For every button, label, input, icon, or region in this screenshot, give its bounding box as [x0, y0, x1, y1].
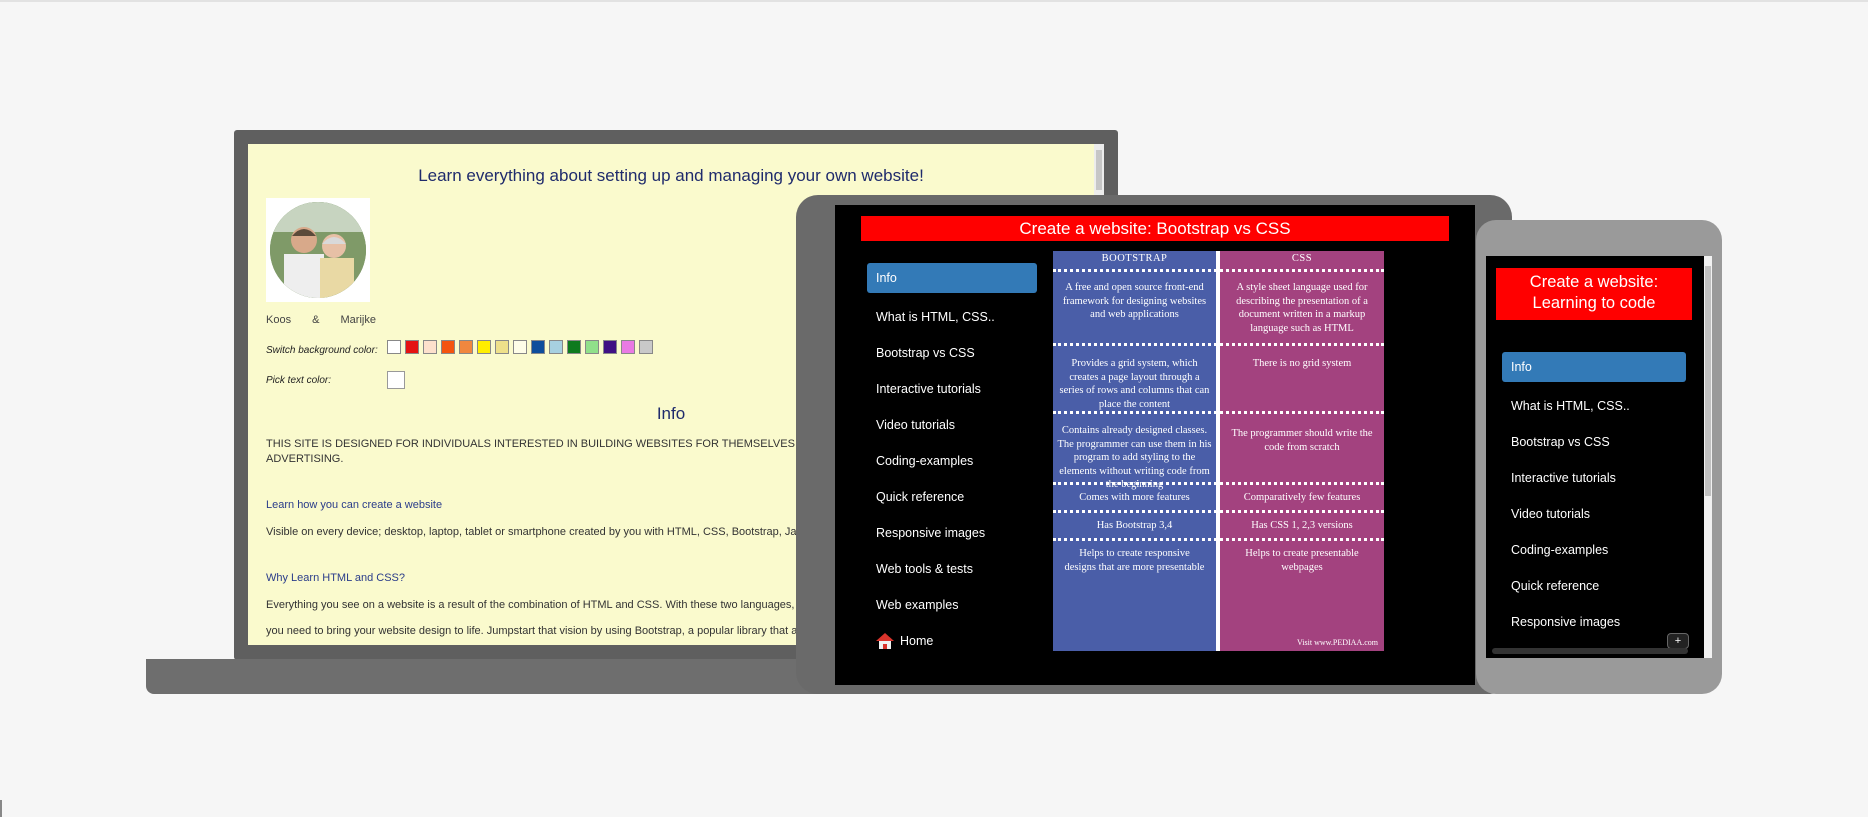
bootstrap-cell: Has Bootstrap 3,4 — [1096, 520, 1173, 531]
css-cell: There is no grid system — [1252, 358, 1352, 369]
home-label: Home — [900, 634, 934, 648]
nav-item-info[interactable]: Info — [1502, 352, 1686, 382]
nav-item-coding-examples[interactable]: Coding-examples — [867, 443, 1037, 479]
source-credit: Visit www.PEDIAA.com — [1297, 638, 1378, 647]
paragraph-2: Everything you see on a website is a res… — [266, 599, 804, 611]
divider — [1053, 411, 1384, 414]
color-swatch[interactable] — [621, 340, 635, 354]
nav-item-web-examples[interactable]: Web examples — [867, 587, 1037, 623]
bootstrap-cell: Helps to create responsive designs that … — [1064, 548, 1205, 573]
nav-item-bootstrap-vs-css[interactable]: Bootstrap vs CSS — [867, 335, 1037, 371]
divider — [1053, 482, 1384, 485]
bootstrap-cell: A free and open source front-end framewo… — [1062, 282, 1207, 320]
tablet-screen: Create a website: Bootstrap vs CSS Info … — [835, 205, 1475, 685]
color-swatch[interactable] — [477, 340, 491, 354]
nav-item-video-tutorials[interactable]: Video tutorials — [1502, 496, 1686, 532]
color-swatch[interactable] — [549, 340, 563, 354]
color-swatch[interactable] — [441, 340, 455, 354]
css-cell: Comparatively few features — [1243, 492, 1361, 503]
nav-item-coding-examples[interactable]: Coding-examples — [1502, 532, 1686, 568]
page-headline: Learn everything about setting up and ma… — [418, 166, 924, 185]
owners-names: Koos & Marijke — [266, 314, 376, 326]
nav-item-quick-reference[interactable]: Quick reference — [1502, 568, 1686, 604]
css-cell: A style sheet language used for describi… — [1236, 282, 1368, 334]
bottom-bar — [1492, 648, 1688, 654]
paragraph-3: you need to bring your website design to… — [266, 625, 800, 637]
nav-item-home[interactable]: Home — [867, 623, 1037, 659]
phone-screen: Create a website: Learning to code Info … — [1486, 256, 1712, 658]
create-website-link[interactable]: Learn how you can create a website — [266, 499, 442, 511]
color-swatch[interactable] — [423, 340, 437, 354]
nav-item-info[interactable]: Info — [867, 263, 1037, 293]
expand-button[interactable]: + — [1667, 633, 1689, 649]
bootstrap-heading: BOOTSTRAP — [1101, 253, 1168, 264]
nav-item-interactive-tutorials[interactable]: Interactive tutorials — [1502, 460, 1686, 496]
why-learn-link[interactable]: Why Learn HTML and CSS? — [266, 572, 405, 584]
tablet-nav-menu: Info What is HTML, CSS.. Bootstrap vs CS… — [867, 263, 1037, 659]
bg-color-swatches — [387, 340, 653, 354]
owners-photo — [266, 198, 370, 302]
scrollbar-thumb[interactable] — [1096, 150, 1102, 190]
phone-title: Create a website: Learning to code — [1496, 268, 1692, 320]
nav-item-responsive-images[interactable]: Responsive images — [867, 515, 1037, 551]
color-swatch[interactable] — [603, 340, 617, 354]
intro-text: THIS SITE IS DESIGNED FOR INDIVIDUALS IN… — [266, 438, 809, 465]
top-border — [0, 0, 1868, 2]
paragraph-1: Visible on every device; desktop, laptop… — [266, 526, 803, 538]
divider — [1053, 510, 1384, 513]
color-swatch[interactable] — [639, 340, 653, 354]
color-swatch[interactable] — [387, 340, 401, 354]
nav-item-interactive-tutorials[interactable]: Interactive tutorials — [867, 371, 1037, 407]
text-color-picker[interactable] — [387, 371, 405, 389]
color-swatch[interactable] — [495, 340, 509, 354]
text-color-label: Pick text color: — [266, 375, 332, 386]
bootstrap-cell: Provides a grid system, which creates a … — [1059, 358, 1210, 410]
phone-nav-menu: Info What is HTML, CSS.. Bootstrap vs CS… — [1502, 352, 1686, 640]
color-swatch[interactable] — [459, 340, 473, 354]
photo-image — [270, 202, 366, 298]
divider — [1053, 343, 1384, 346]
nav-item-responsive-images[interactable]: Responsive images — [1502, 604, 1686, 640]
bootstrap-vs-css-infographic: BOOTSTRAP CSS A free and open source fro… — [1053, 251, 1384, 651]
nav-item-video-tutorials[interactable]: Video tutorials — [867, 407, 1037, 443]
color-swatch[interactable] — [513, 340, 527, 354]
bootstrap-cell: Comes with more features — [1079, 492, 1190, 503]
scrollbar-thumb[interactable] — [1705, 266, 1711, 496]
nav-item-bootstrap-vs-css[interactable]: Bootstrap vs CSS — [1502, 424, 1686, 460]
color-swatch[interactable] — [585, 340, 599, 354]
home-icon — [876, 633, 894, 649]
css-cell: Has CSS 1, 2,3 versions — [1251, 520, 1353, 531]
divider — [1053, 269, 1384, 272]
css-cell: The programmer should write the code fro… — [1231, 428, 1373, 453]
color-swatch[interactable] — [405, 340, 419, 354]
phone-scrollbar[interactable] — [1704, 256, 1712, 658]
bg-color-label: Switch background color: — [266, 345, 378, 356]
nav-item-web-tools[interactable]: Web tools & tests — [867, 551, 1037, 587]
css-heading: CSS — [1291, 253, 1313, 264]
color-swatch[interactable] — [531, 340, 545, 354]
cursor-mark — [0, 800, 2, 817]
nav-item-what-is-html[interactable]: What is HTML, CSS.. — [1502, 388, 1686, 424]
color-swatch[interactable] — [567, 340, 581, 354]
nav-item-quick-reference[interactable]: Quick reference — [867, 479, 1037, 515]
tablet-title: Create a website: Bootstrap vs CSS — [861, 216, 1449, 241]
divider — [1053, 538, 1384, 541]
nav-item-what-is-html[interactable]: What is HTML, CSS.. — [867, 299, 1037, 335]
css-cell: Helps to create presentable webpages — [1245, 548, 1359, 573]
